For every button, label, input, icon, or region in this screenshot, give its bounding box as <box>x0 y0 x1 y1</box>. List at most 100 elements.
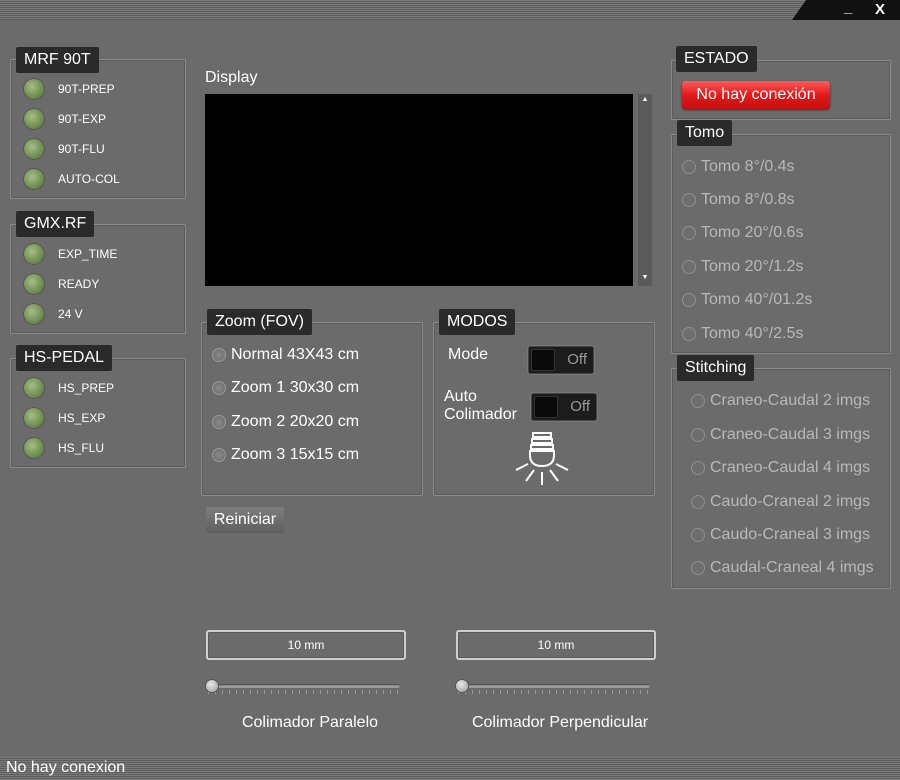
collimator-parallel-value[interactable]: 10 mm <box>206 630 406 660</box>
led-row: READY <box>24 273 99 295</box>
radio-button-icon[interactable] <box>691 394 705 408</box>
led-row: HS_PREP <box>24 377 114 399</box>
tomo-option[interactable]: Tomo 20°/0.6s <box>682 224 803 242</box>
radio-button-icon[interactable] <box>691 428 705 442</box>
tomo-option[interactable]: Tomo 8°/0.4s <box>682 158 795 176</box>
stitching-option-label: Caudo-Craneal 2 imgs <box>710 493 871 510</box>
radio-button-icon[interactable] <box>212 348 226 362</box>
radio-button-icon[interactable] <box>691 461 705 475</box>
radio-button-icon[interactable] <box>682 327 696 341</box>
led-indicator-icon <box>24 274 44 294</box>
display-screen <box>205 94 633 286</box>
close-button[interactable]: X <box>875 1 885 19</box>
collimator-perpendicular-slider[interactable] <box>458 684 650 688</box>
radio-button-icon[interactable] <box>212 381 226 395</box>
mode-label: Mode <box>448 346 489 363</box>
zoom-option[interactable]: Zoom 1 30x30 cm <box>212 379 359 397</box>
collimator-perpendicular-value[interactable]: 10 mm <box>456 630 656 660</box>
scroll-up-icon[interactable]: ▲ <box>638 96 652 103</box>
led-row: EXP_TIME <box>24 243 117 265</box>
stitching-title: Stitching <box>677 355 755 381</box>
display-label: Display <box>205 69 258 86</box>
led-label: HS_FLU <box>58 441 105 455</box>
led-row: AUTO-COL <box>24 168 120 190</box>
auto-label-line1: Auto <box>444 388 477 405</box>
display-scrollbar[interactable]: ▲ ▼ <box>638 94 652 286</box>
led-indicator-icon <box>24 244 44 264</box>
radio-button-icon[interactable] <box>212 448 226 462</box>
led-row: HS_EXP <box>24 407 105 429</box>
zoom-option-label: Normal 43X43 cm <box>231 346 360 363</box>
collimator-parallel-caption: Colimador Paralelo <box>241 714 379 731</box>
mrf-90t-title: MRF 90T <box>16 47 99 73</box>
led-indicator-icon <box>24 378 44 398</box>
radio-button-icon[interactable] <box>212 415 226 429</box>
zoom-title: Zoom (FOV) <box>207 309 312 335</box>
radio-button-icon[interactable] <box>691 495 705 509</box>
scroll-down-icon[interactable]: ▼ <box>638 274 652 281</box>
stitching-option[interactable]: Craneo-Caudal 4 imgs <box>691 459 870 477</box>
collimator-parallel-slider-thumb[interactable] <box>206 680 218 692</box>
led-indicator-icon <box>24 169 44 189</box>
tomo-option[interactable]: Tomo 40°/2.5s <box>682 325 803 343</box>
led-row: 90T-PREP <box>24 78 115 100</box>
led-indicator-icon <box>24 79 44 99</box>
tomo-option[interactable]: Tomo 40°/01.2s <box>682 291 812 309</box>
tomo-option[interactable]: Tomo 8°/0.8s <box>682 191 795 209</box>
tomo-option-label: Tomo 40°/2.5s <box>701 325 804 342</box>
toggle-knob <box>531 349 555 371</box>
led-indicator-icon <box>24 438 44 458</box>
radio-button-icon[interactable] <box>682 260 696 274</box>
zoom-option-label: Zoom 2 20x20 cm <box>231 413 360 430</box>
led-row: 24 V <box>24 303 83 325</box>
led-row: 90T-FLU <box>24 138 105 160</box>
stitching-option[interactable]: Caudo-Craneal 2 imgs <box>691 493 870 511</box>
tomo-title: Tomo <box>677 120 733 146</box>
stitching-option[interactable]: Caudo-Craneal 3 imgs <box>691 526 870 544</box>
connection-status-button[interactable]: No hay conexión <box>682 81 830 109</box>
stitching-option[interactable]: Craneo-Caudal 3 imgs <box>691 426 870 444</box>
title-bar: _ X <box>0 0 900 20</box>
status-bar: No hay conexion <box>0 757 900 780</box>
collimator-perpendicular-caption: Colimador Perpendicular <box>471 714 649 731</box>
radio-button-icon[interactable] <box>682 160 696 174</box>
hs-pedal-title: HS-PEDAL <box>16 345 113 371</box>
auto-collimator-toggle[interactable]: Off <box>531 393 597 421</box>
led-label: HS_PREP <box>58 381 115 395</box>
tomo-option-label: Tomo 20°/1.2s <box>701 258 804 275</box>
collimator-perpendicular-slider-thumb[interactable] <box>456 680 468 692</box>
led-label: HS_EXP <box>58 411 106 425</box>
radio-button-icon[interactable] <box>682 193 696 207</box>
zoom-option[interactable]: Zoom 2 20x20 cm <box>212 413 359 431</box>
mode-toggle[interactable]: Off <box>528 346 594 374</box>
led-label: 90T-FLU <box>58 142 105 156</box>
zoom-option-label: Zoom 1 30x30 cm <box>231 379 360 396</box>
stitching-option-label: Craneo-Caudal 3 imgs <box>710 426 871 443</box>
gmx-rf-title: GMX.RF <box>16 211 95 237</box>
tomo-option-label: Tomo 40°/01.2s <box>701 291 813 308</box>
stitching-option-label: Caudal-Craneal 4 imgs <box>710 559 874 576</box>
radio-button-icon[interactable] <box>691 561 705 575</box>
collimator-lamp-icon <box>515 432 569 485</box>
stitching-option[interactable]: Caudal-Craneal 4 imgs <box>691 559 874 577</box>
radio-button-icon[interactable] <box>682 226 696 240</box>
led-label: EXP_TIME <box>58 247 118 261</box>
led-row: 90T-EXP <box>24 108 106 130</box>
led-row: HS_FLU <box>24 437 104 459</box>
stitching-option[interactable]: Craneo-Caudal 2 imgs <box>691 392 870 410</box>
led-indicator-icon <box>24 408 44 428</box>
tomo-option[interactable]: Tomo 20°/1.2s <box>682 258 803 276</box>
zoom-option[interactable]: Normal 43X43 cm <box>212 346 359 364</box>
zoom-option[interactable]: Zoom 3 15x15 cm <box>212 446 359 464</box>
led-indicator-icon <box>24 109 44 129</box>
auto-collimator-toggle-state: Off <box>570 398 590 415</box>
collimator-parallel-slider[interactable] <box>208 684 400 688</box>
reset-button[interactable]: Reiniciar <box>206 507 284 533</box>
radio-button-icon[interactable] <box>691 528 705 542</box>
radio-button-icon[interactable] <box>682 293 696 307</box>
minimize-button[interactable]: _ <box>844 0 852 17</box>
led-label: 90T-EXP <box>58 112 107 126</box>
tomo-option-label: Tomo 8°/0.4s <box>701 158 795 175</box>
led-indicator-icon <box>24 139 44 159</box>
status-bar-text: No hay conexion <box>6 759 126 776</box>
